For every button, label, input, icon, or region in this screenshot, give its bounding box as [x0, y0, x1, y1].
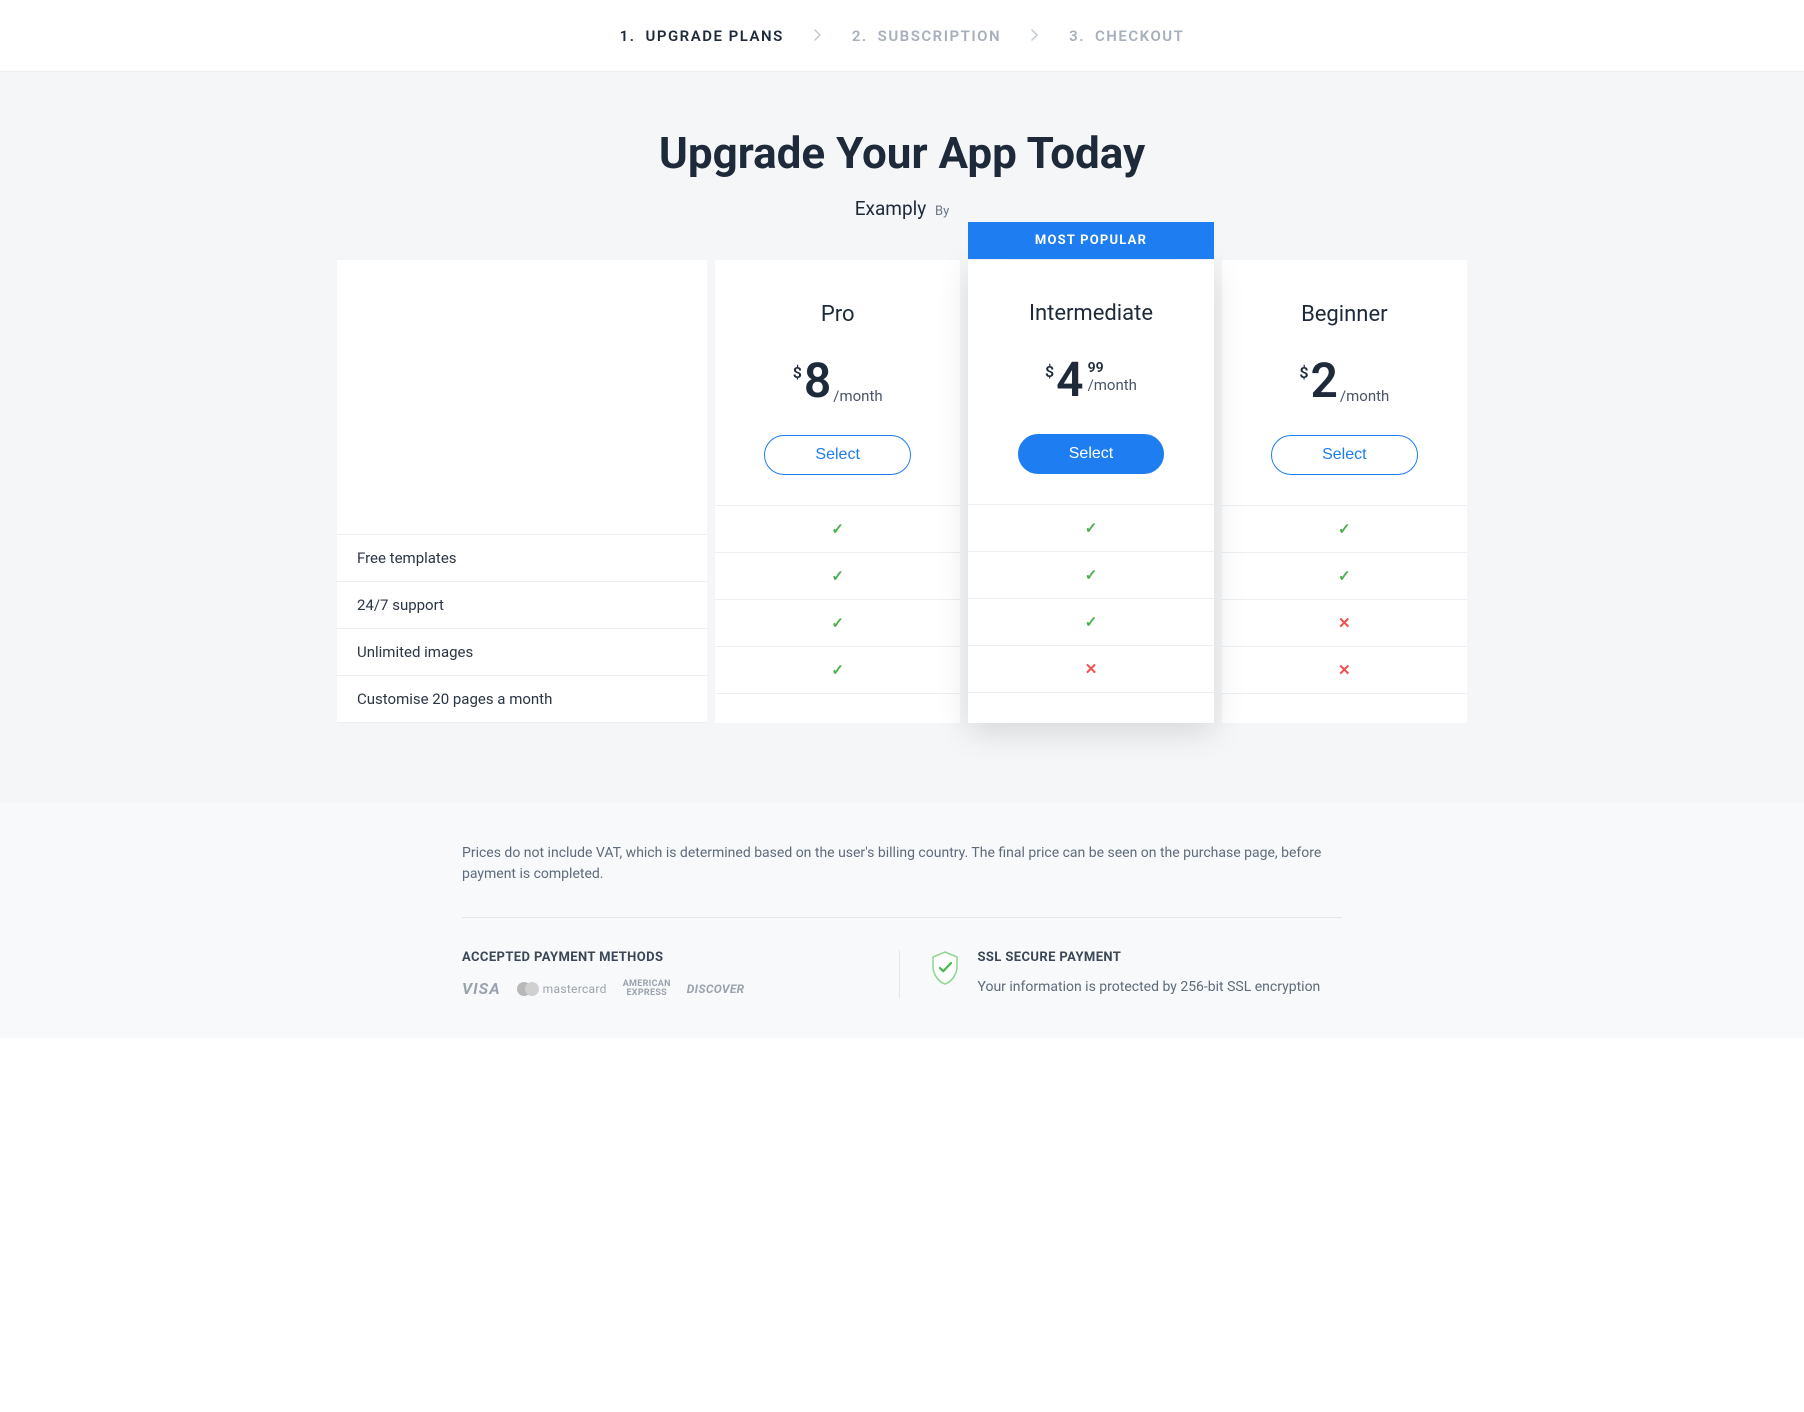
amex-icon: AMERICAN EXPRESS [623, 980, 671, 998]
check-icon: ✓ [1085, 519, 1098, 537]
feature-cell: ✕ [1222, 600, 1467, 647]
feature-labels-column: Free templates 24/7 support Unlimited im… [337, 260, 707, 723]
feature-cell: ✓ [715, 553, 960, 600]
step-label: UPGRADE PLANS [645, 27, 783, 45]
feature-cell: ✓ [715, 600, 960, 647]
currency-symbol: $ [1045, 362, 1054, 381]
select-beginner-button[interactable]: Select [1271, 435, 1417, 475]
price-period: /month [1340, 387, 1389, 405]
pricing-grid: Free templates 24/7 support Unlimited im… [337, 260, 1467, 723]
ssl-description: Your information is protected by 256-bit… [978, 979, 1321, 995]
currency-symbol: $ [793, 363, 802, 382]
plan-price: $ 2 /month [1242, 357, 1447, 405]
shield-check-icon [930, 950, 960, 986]
feature-cell: ✓ [968, 552, 1213, 599]
feature-label: 24/7 support [337, 582, 707, 629]
plan-column-intermediate: MOST POPULAR Intermediate $ 4 99 /month … [968, 260, 1213, 723]
feature-cell: ✓ [968, 505, 1213, 552]
accepted-payment-heading: ACCEPTED PAYMENT METHODS [462, 950, 875, 965]
price-period: /month [833, 387, 882, 405]
page-title: Upgrade Your App Today [337, 127, 1467, 179]
feature-cell: ✓ [1222, 553, 1467, 600]
check-icon: ✓ [831, 520, 844, 538]
select-pro-button[interactable]: Select [764, 435, 910, 475]
feature-cell: ✓ [968, 599, 1213, 646]
cross-icon: ✕ [1338, 614, 1351, 632]
plan-name: Beginner [1242, 302, 1447, 327]
discover-icon: DISCOVER [687, 982, 745, 996]
chevron-right-icon [814, 26, 822, 45]
feature-label: Unlimited images [337, 629, 707, 676]
by-label: By [935, 204, 949, 219]
step-label: CHECKOUT [1095, 27, 1184, 45]
feature-cell: ✓ [715, 647, 960, 694]
step-number: 3. [1069, 27, 1085, 45]
page-footer: Prices do not include VAT, which is dete… [0, 803, 1804, 1038]
app-name: Examply [855, 197, 927, 220]
check-icon: ✓ [1338, 520, 1351, 538]
mastercard-icon: mastercard [517, 982, 607, 996]
price-amount: 8 [804, 357, 831, 405]
step-number: 1. [620, 27, 636, 45]
ssl-heading: SSL SECURE PAYMENT [978, 950, 1321, 965]
price-cents: 99 [1088, 360, 1104, 376]
price-period: /month [1088, 376, 1137, 394]
check-icon: ✓ [1085, 566, 1098, 584]
check-icon: ✓ [831, 567, 844, 585]
check-icon: ✓ [1338, 567, 1351, 585]
check-icon: ✓ [831, 614, 844, 632]
visa-icon: VISA [462, 979, 501, 998]
app-subtitle: Examply By [337, 197, 1467, 220]
check-icon: ✓ [831, 661, 844, 679]
most-popular-badge: MOST POPULAR [968, 222, 1213, 259]
feature-label: Customise 20 pages a month [337, 676, 707, 723]
feature-cell: ✓ [1222, 506, 1467, 553]
checkout-stepper: 1. UPGRADE PLANS 2. SUBSCRIPTION 3. CHEC… [0, 0, 1804, 72]
plan-column-pro: Pro $ 8 /month Select ✓ ✓ ✓ ✓ [715, 260, 960, 723]
payment-methods-section: ACCEPTED PAYMENT METHODS VISA mastercard… [462, 950, 900, 998]
plan-column-beginner: Beginner $ 2 /month Select ✓ ✓ ✕ ✕ [1222, 260, 1467, 723]
step-upgrade-plans[interactable]: 1. UPGRADE PLANS [620, 27, 784, 45]
cross-icon: ✕ [1085, 660, 1098, 678]
feature-cell: ✓ [715, 506, 960, 553]
currency-symbol: $ [1299, 363, 1308, 382]
plan-price: $ 4 99 /month [988, 356, 1193, 404]
step-subscription[interactable]: 2. SUBSCRIPTION [852, 27, 1001, 45]
feature-cell: ✕ [968, 646, 1213, 693]
plan-price: $ 8 /month [735, 357, 940, 405]
feature-label: Free templates [337, 535, 707, 582]
select-intermediate-button[interactable]: Select [1018, 434, 1164, 474]
ssl-section: SSL SECURE PAYMENT Your information is p… [930, 950, 1343, 998]
price-amount: 2 [1311, 357, 1338, 405]
step-checkout[interactable]: 3. CHECKOUT [1069, 27, 1184, 45]
plan-name: Pro [735, 302, 940, 327]
cross-icon: ✕ [1338, 661, 1351, 679]
vat-disclaimer: Prices do not include VAT, which is dete… [462, 843, 1342, 918]
plan-name: Intermediate [988, 301, 1193, 326]
step-label: SUBSCRIPTION [878, 27, 1001, 45]
price-amount: 4 [1056, 356, 1083, 404]
feature-cell: ✕ [1222, 647, 1467, 694]
check-icon: ✓ [1085, 613, 1098, 631]
chevron-right-icon [1031, 26, 1039, 45]
step-number: 2. [852, 27, 868, 45]
